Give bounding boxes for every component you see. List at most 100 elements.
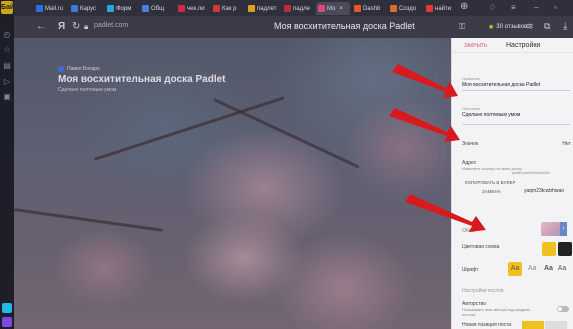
tab-3[interactable]: Общ [140,2,172,15]
padlet-canvas[interactable]: Павел Бочаро Моя восхитительная доска Pa… [14,38,451,329]
font-option-3[interactable]: Aa [558,265,566,273]
tab-6[interactable]: падлет [246,2,279,15]
bookmark-icon[interactable]: ♢ [489,3,496,12]
font-option-2[interactable]: Aa [544,265,553,272]
key-icon[interactable]: ⚿ [459,22,465,32]
font-option-1[interactable]: Aa [528,265,537,272]
new-post-option-last[interactable] [545,321,567,329]
download-icon[interactable]: ⤓ [563,21,567,32]
maximize-icon[interactable]: ▫ [554,3,557,12]
bookmarks-icon[interactable]: ≋ [526,21,534,32]
browser-sidebar: Байк ◴ ☆ ▤ ▷ ▣ [0,0,18,329]
swatch-light[interactable] [542,242,556,256]
tab-favicon-icon [354,5,361,12]
icon-value: Нет › [562,141,573,147]
padlet-title: Моя восхитительная доска Padlet [58,74,226,85]
browser-logo-icon[interactable]: Байк [1,1,18,14]
author-name: Павел Бочаро [67,66,100,72]
tab-7[interactable]: падле [282,2,315,15]
tab-favicon-icon [390,5,397,12]
change-button[interactable]: ЗАМЕНА [482,189,501,194]
page-title: Моя восхитительная доска Padlet [274,21,415,31]
screenshot-icon[interactable]: ▣ [2,92,12,102]
wallpaper-thumbnail[interactable]: › [541,222,567,236]
tab-2[interactable]: Форм [105,2,137,15]
tab-label: Форм [116,5,132,12]
divider [462,90,570,91]
close-button[interactable]: ЗАКРЫТЬ [464,43,487,49]
tab-favicon-icon [318,5,325,12]
title-value[interactable]: Моя восхитительная доска Padlet [462,82,570,88]
tab-favicon-icon [107,5,114,12]
tab-favicon-icon [142,5,149,12]
panel-title: Настройки [506,42,541,49]
tab-favicon-icon [71,5,78,12]
author-setting: Авторство Показывать имя автора над кажд… [462,301,570,317]
address-bar: ← Я ↻ 🔒︎ padlet.com Моя восхитительная д… [14,16,573,38]
copy-button[interactable]: КОПИРОВАТЬ В БУФЕР [465,180,516,185]
tab-favicon-icon [178,5,185,12]
tab-1[interactable]: Карус [69,2,101,15]
panel-header: ЗАКРЫТЬ Настройки [452,38,573,53]
app-icon[interactable] [2,303,12,313]
color-scheme-label: Цветовая схема [462,244,500,250]
font-label: Шрифт [462,267,479,273]
tab-label: Создо [399,5,417,12]
tab-favicon-icon [284,5,291,12]
tab-label: Mail.ru [45,5,64,12]
divider [462,124,570,125]
font-option-0[interactable]: Aa [508,262,522,276]
icon-value-text: Нет [562,141,571,147]
tab-label: Dashb [363,5,381,12]
posts-section-title: Настройки постов [462,288,504,294]
new-tab-icon[interactable]: ⊕ [460,1,468,12]
address-value[interactable]: yaqm23tcwbhwao [524,188,564,194]
tab-favicon-icon [426,5,433,12]
new-post-option-first[interactable] [522,321,544,329]
menu-icon[interactable]: ≡ [511,3,516,12]
tab-9[interactable]: Dashb [352,2,386,15]
reviews-label: 30 отзывов [496,23,528,30]
tab-label: падле [293,5,310,12]
author-toggle[interactable] [557,306,569,312]
icon-row[interactable]: Значок Нет › [462,141,573,147]
tab-favicon-icon [248,5,255,12]
history-icon[interactable]: ◴ [2,30,12,40]
description-field[interactable]: Описание Сделано полтевым умом [462,106,570,125]
icon-label: Значок [462,141,479,147]
tab-4[interactable]: чек.ли [176,2,208,15]
notes-icon[interactable]: ▤ [2,61,12,71]
tab-8-active[interactable]: Мо × [316,2,350,15]
reviews-badge[interactable]: ★ 30 отзывов [488,21,527,32]
alice-icon[interactable] [2,317,12,327]
minimize-icon[interactable]: – [534,3,538,12]
title-field[interactable]: Название Моя восхитительная доска Padlet [462,76,570,91]
reload-icon[interactable]: ↻ [72,21,80,32]
avatar [58,66,64,72]
close-icon[interactable]: × [339,6,343,12]
tab-0[interactable]: Mail.ru [34,2,66,15]
tab-10[interactable]: Создо [388,2,422,15]
tab-11[interactable]: найти [424,2,454,15]
title-label: Название [462,76,480,81]
desc-value[interactable]: Сделано полтевым умом [462,112,570,118]
padlet-subtitle: Сделано полтевым умом [58,87,117,93]
tab-strip: Mail.ru Карус Форм Общ чек.ли Как р падл… [14,0,573,16]
color-scheme-row: Цветовая схема [462,244,573,250]
star-icon: ★ [488,23,495,31]
tab-label: Мо [327,5,336,12]
tab-label: Карус [80,5,97,12]
back-icon[interactable]: ← [36,21,46,32]
extensions-icon[interactable]: ⧉ [544,21,550,32]
play-icon[interactable]: ▷ [2,77,12,87]
yandex-icon[interactable]: Я [58,21,65,32]
swatch-dark[interactable] [558,242,572,256]
settings-panel: ЗАКРЫТЬ Настройки Название Моя восхитите… [451,38,573,329]
star-icon[interactable]: ☆ [2,45,12,55]
url-text[interactable]: padlet.com [94,22,128,29]
tab-label: найти [435,5,452,12]
author-setting-hint: Показывать имя автора над каждым постом [462,307,530,317]
tab-5[interactable]: Как р [211,2,243,15]
tab-favicon-icon [36,5,43,12]
wallpaper-label: Обои [462,228,475,234]
